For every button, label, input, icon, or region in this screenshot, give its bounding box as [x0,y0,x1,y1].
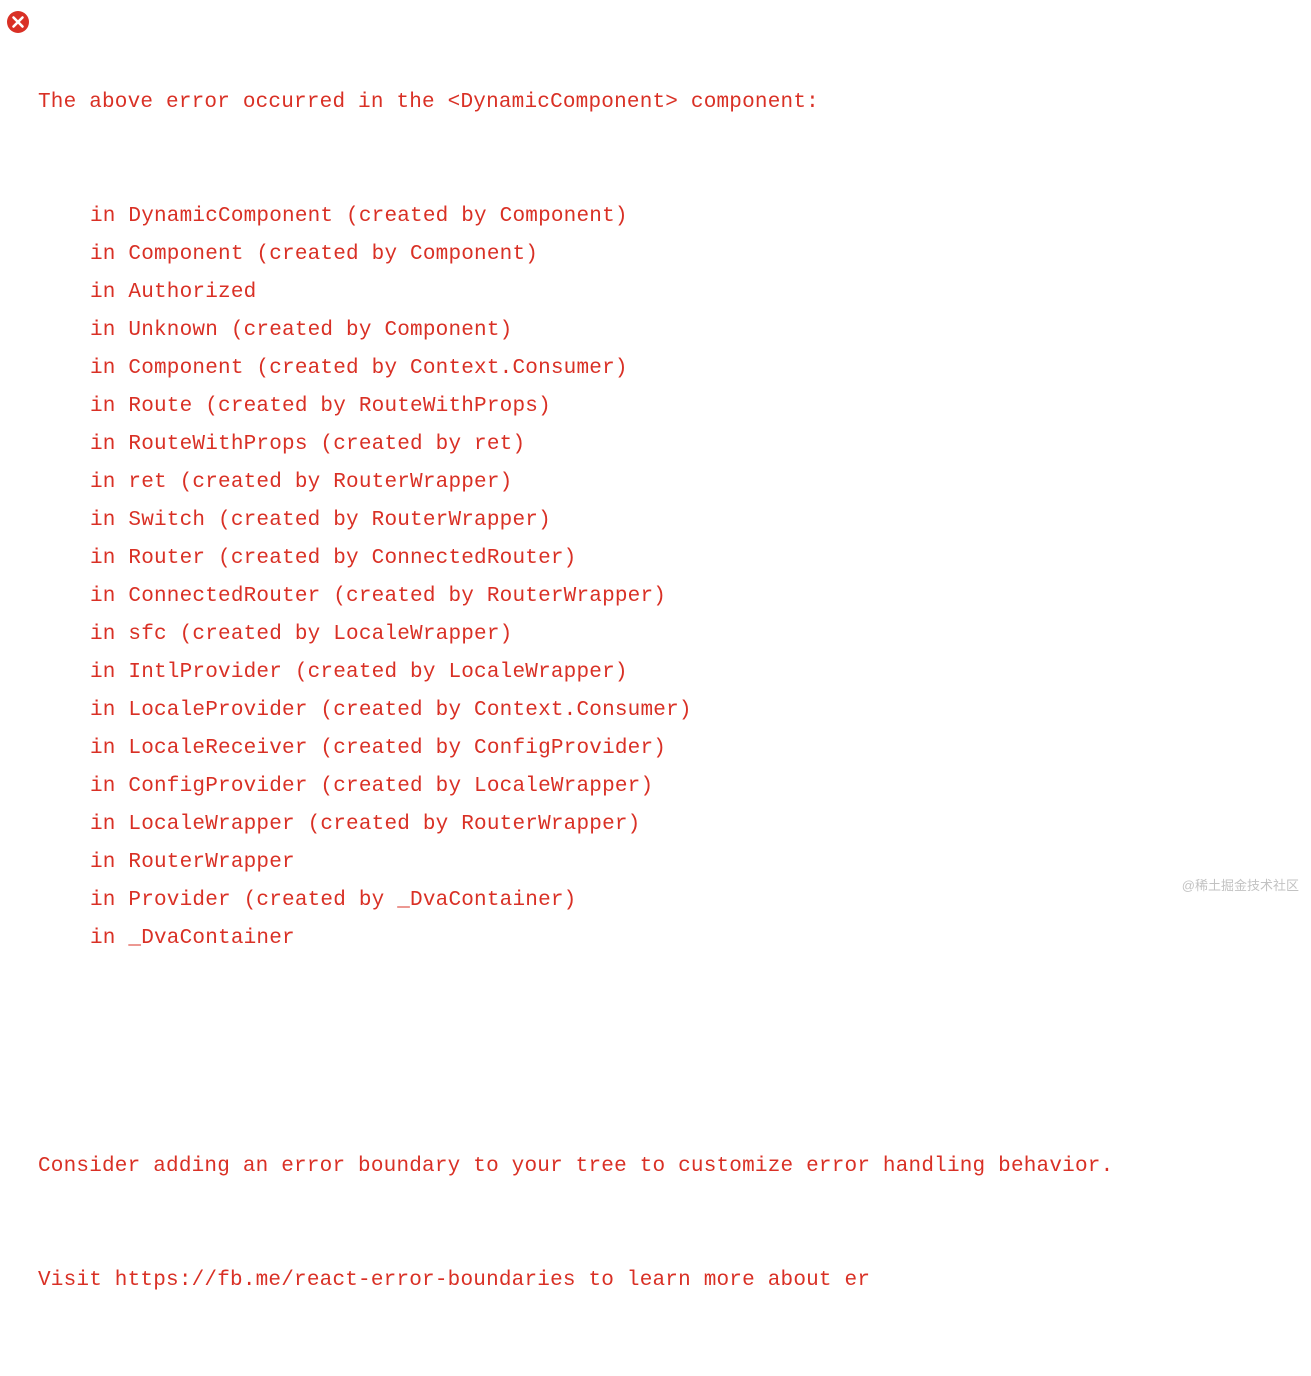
stack-frame: in LocaleProvider (created by Context.Co… [90,692,1113,730]
error-text-block: The above error occurred in the <Dynamic… [38,8,1113,1376]
watermark-text: @稀土掘金技术社区 [1182,875,1299,894]
stack-frame: in ConnectedRouter (created by RouterWra… [90,578,1113,616]
stack-frame: in ConfigProvider (created by LocaleWrap… [90,768,1113,806]
stack-frame: in Router (created by ConnectedRouter) [90,540,1113,578]
stack-frame: in RouteWithProps (created by ret) [90,426,1113,464]
stack-frame: in Route (created by RouteWithProps) [90,388,1113,426]
stack-frame: in Unknown (created by Component) [90,312,1113,350]
stack-frame: in LocaleReceiver (created by ConfigProv… [90,730,1113,768]
error-blank-line [38,1034,1113,1072]
stack-frame: in RouterWrapper [90,844,1113,882]
stack-frame: in Provider (created by _DvaContainer) [90,882,1113,920]
stack-frame: in sfc (created by LocaleWrapper) [90,616,1113,654]
stack-frame: in IntlProvider (created by LocaleWrappe… [90,654,1113,692]
error-hint-line-2: Visit https://fb.me/react-error-boundari… [38,1262,1113,1300]
error-hint-line-1: Consider adding an error boundary to you… [38,1148,1113,1186]
stack-frame: in LocaleWrapper (created by RouterWrapp… [90,806,1113,844]
stack-frame: in Component (created by Component) [90,236,1113,274]
error-header-line: The above error occurred in the <Dynamic… [38,84,1113,122]
stack-frame: in DynamicComponent (created by Componen… [90,198,1113,236]
stack-frame: in Switch (created by RouterWrapper) [90,502,1113,540]
stack-frame: in Authorized [90,274,1113,312]
stack-frame: in _DvaContainer [90,920,1113,958]
stack-frame: in ret (created by RouterWrapper) [90,464,1113,502]
error-stack: in DynamicComponent (created by Componen… [38,198,1113,958]
console-error-message: The above error occurred in the <Dynamic… [0,8,1311,1376]
error-icon [6,10,30,34]
stack-frame: in Component (created by Context.Consume… [90,350,1113,388]
